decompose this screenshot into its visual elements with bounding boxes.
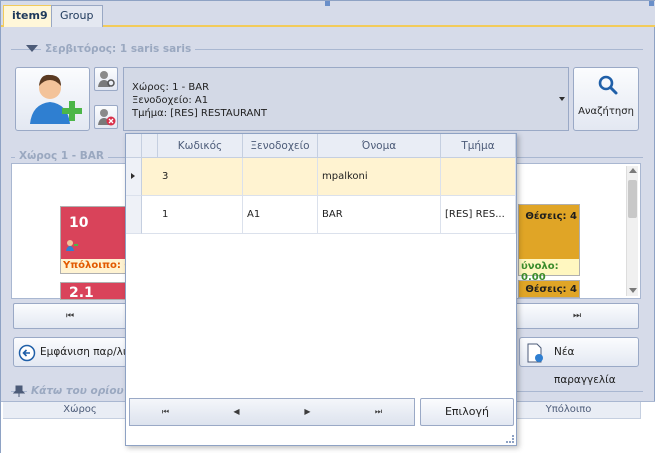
- app-window: item9 Group Σερβιτόρος: 1 saris saris Χώ…: [0, 0, 655, 453]
- cell-hotel: [243, 158, 318, 195]
- add-user-button[interactable]: [15, 67, 90, 131]
- cell-name: BAR: [318, 196, 441, 233]
- tab-group[interactable]: Group: [51, 5, 103, 27]
- location-area-text: Χώρος: 1 - BAR: [132, 82, 210, 93]
- area-group-title: Χώρος 1 - BAR: [15, 150, 109, 162]
- back-arrow-icon: [18, 344, 36, 362]
- resize-grip-icon[interactable]: [506, 435, 514, 443]
- cell-code: 1: [158, 196, 243, 233]
- indicator-header: [142, 134, 158, 158]
- cell-name: mpalkoni: [318, 158, 441, 195]
- table-row[interactable]: 3 mpalkoni: [142, 158, 516, 196]
- show-orders-label: Εμφάνιση παρ/λιώ: [40, 346, 126, 358]
- waiter-icon: [66, 240, 78, 251]
- cell-hotel: A1: [243, 196, 318, 233]
- new-order-icon: [527, 343, 543, 363]
- column-header[interactable]: Υπόλοιπο: [497, 402, 641, 419]
- tab-item9[interactable]: item9: [3, 5, 57, 27]
- tables-scrollbar[interactable]: [626, 166, 638, 296]
- location-hotel-text: Ξενοδοχείο: A1: [132, 95, 209, 106]
- pin-icon: [13, 385, 25, 397]
- collapse-triangle-icon[interactable]: [26, 45, 38, 52]
- location-picker-popup: Κωδικός Ξενοδοχείο Όνομα Τμήμα 3 mpalkon…: [125, 133, 517, 446]
- cell-department: [441, 158, 516, 195]
- cell-code: 3: [158, 158, 243, 195]
- location-department-text: Τμήμα: [RES] RESTAURANT: [132, 108, 267, 119]
- scroll-thumb[interactable]: [628, 180, 637, 218]
- cell-department: [RES] RES...: [441, 196, 516, 233]
- first-page-icon: ⏮: [65, 311, 75, 321]
- pager-first-button[interactable]: ⏮: [130, 399, 201, 425]
- table-balance: Υπόλοιπο: 0: [63, 260, 125, 271]
- last-page-icon: ⏭: [572, 311, 582, 321]
- add-user-icon: [30, 74, 82, 124]
- first-page-button[interactable]: ⏮: [13, 303, 127, 329]
- resize-handle-top: [325, 1, 330, 6]
- show-orders-button[interactable]: Εμφάνιση παρ/λιώ: [13, 337, 127, 367]
- table-card[interactable]: 2.1: [60, 282, 126, 301]
- table-seats: Θέσεις: 4: [525, 211, 577, 222]
- scroll-up-icon[interactable]: [629, 168, 637, 173]
- select-button[interactable]: Επιλογή: [420, 398, 514, 426]
- search-icon: [598, 75, 618, 95]
- table-card[interactable]: Θέσεις: 4: [518, 280, 580, 298]
- server-group-title: Σερβιτόρος: 1 saris saris: [41, 43, 196, 55]
- below-limit-title: Κάτω του ορίου: [27, 385, 128, 397]
- row-indicator[interactable]: [126, 158, 142, 196]
- user-remove-icon: [98, 109, 116, 126]
- column-header-hotel[interactable]: Ξενοδοχείο: [243, 134, 318, 158]
- indicator-header: [126, 134, 142, 158]
- table-number: 10: [69, 215, 89, 231]
- user-gear-icon: [98, 71, 115, 87]
- table-row[interactable]: 1 A1 BAR [RES] RES...: [142, 196, 516, 234]
- user-settings-button[interactable]: [94, 67, 118, 91]
- new-order-button[interactable]: Νέα παραγγελία: [519, 337, 639, 386]
- table-card[interactable]: Θέσεις: 4 ύνολο: 0,00: [518, 204, 580, 283]
- table-seats: Θέσεις: 4: [525, 284, 577, 295]
- table-card[interactable]: 10 Υπόλοιπο: 0: [60, 206, 126, 274]
- table-number: 2.1: [69, 285, 94, 301]
- column-header-name[interactable]: Όνομα: [318, 134, 441, 158]
- scroll-down-icon[interactable]: [629, 288, 637, 293]
- search-button[interactable]: Αναζήτηση: [573, 67, 639, 131]
- popup-pager: ⏮ ◀ ▶ ⏭: [129, 398, 415, 426]
- dropdown-arrow-icon[interactable]: [559, 97, 565, 101]
- pager-last-button[interactable]: ⏭: [343, 399, 414, 425]
- last-page-button[interactable]: ⏭: [515, 303, 639, 329]
- current-row-arrow-icon: [131, 173, 135, 179]
- new-order-label: Νέα παραγγελία: [554, 346, 616, 386]
- popup-grid-header: Κωδικός Ξενοδοχείο Όνομα Τμήμα: [126, 134, 516, 158]
- search-button-label: Αναζήτηση: [578, 106, 634, 117]
- row-indicator[interactable]: [126, 196, 142, 234]
- pager-next-button[interactable]: ▶: [272, 399, 343, 425]
- user-remove-button[interactable]: [94, 105, 118, 129]
- pager-prev-button[interactable]: ◀: [201, 399, 272, 425]
- location-combo[interactable]: Χώρος: 1 - BAR Ξενοδοχείο: A1 Τμήμα: [RE…: [123, 67, 569, 131]
- resize-handle-corner: [649, 1, 654, 6]
- column-header-code[interactable]: Κωδικός: [158, 134, 243, 158]
- column-header-department[interactable]: Τμήμα: [441, 134, 516, 158]
